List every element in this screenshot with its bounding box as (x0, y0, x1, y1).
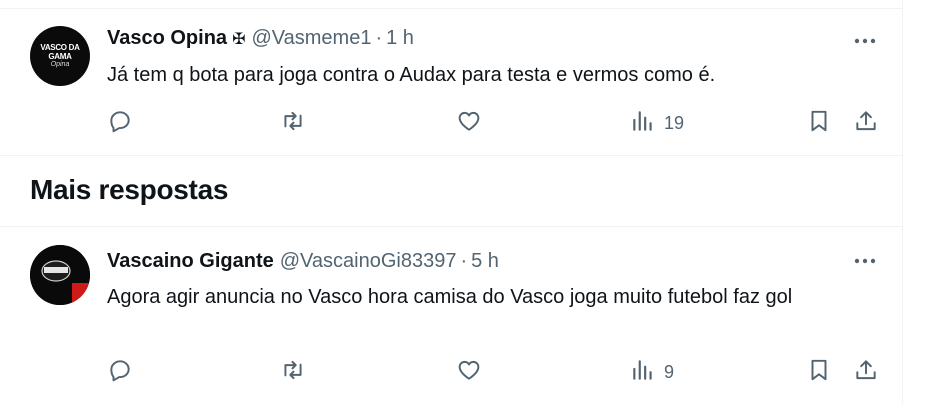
timeline: VASCO DA GAMA Opina Vasco Opina ✠ @Vasme… (0, 0, 903, 404)
reply-icon (107, 357, 133, 388)
views-icon (630, 108, 656, 139)
share-button[interactable] (853, 355, 879, 389)
bookmark-button[interactable] (806, 355, 832, 389)
like-button[interactable] (456, 355, 482, 389)
author-name[interactable]: Vascaino Gigante (107, 250, 274, 273)
more-options-icon[interactable] (850, 250, 880, 272)
tweet-text: Agora agir anuncia no Vasco hora camisa … (107, 286, 793, 308)
bookmark-icon (806, 357, 832, 388)
views-button[interactable]: 9 (630, 355, 674, 389)
bookmark-button[interactable] (806, 106, 832, 140)
tweet-header: Vasco Opina ✠ @Vasmeme1 · 1 h (107, 27, 414, 50)
avatar-logo-subtext: Opina (50, 61, 70, 68)
views-icon (630, 357, 656, 388)
section-title: Mais respostas (30, 174, 229, 205)
timestamp[interactable]: 5 h (471, 250, 499, 273)
separator: · (375, 27, 383, 49)
author-handle[interactable]: @VascainoGi83397 (280, 250, 457, 273)
reply-button[interactable] (107, 355, 133, 389)
tweet-divider (0, 155, 902, 156)
cross-badge-icon: ✠ (232, 30, 246, 48)
more-options-icon[interactable] (850, 30, 880, 52)
tweet-header: Vascaino Gigante @VascainoGi83397 · 5 h (107, 250, 499, 273)
tweet-text: Já tem q bota para joga contra o Audax p… (107, 64, 716, 86)
avatar[interactable]: VASCO DA GAMA Opina (30, 26, 90, 86)
reply-button[interactable] (107, 106, 133, 140)
retweet-icon (280, 108, 306, 139)
tweet-actions: 9 (0, 355, 902, 389)
tweet[interactable]: Vascaino Gigante @VascainoGi83397 · 5 h … (0, 227, 902, 404)
tweet[interactable]: VASCO DA GAMA Opina Vasco Opina ✠ @Vasme… (0, 9, 902, 155)
like-icon (456, 357, 482, 388)
bookmark-icon (806, 108, 832, 139)
views-button[interactable]: 19 (630, 106, 684, 140)
avatar-logo-text: VASCO DA GAMA (40, 43, 80, 61)
like-icon (456, 108, 482, 139)
avatar-image (30, 245, 90, 305)
reply-icon (107, 108, 133, 139)
avatar[interactable] (30, 245, 90, 305)
like-button[interactable] (456, 106, 482, 140)
author-name[interactable]: Vasco Opina (107, 27, 227, 50)
share-button[interactable] (853, 106, 879, 140)
views-count: 19 (664, 112, 685, 133)
retweet-button[interactable] (280, 355, 306, 389)
author-handle[interactable]: @Vasmeme1 (251, 27, 371, 50)
retweet-icon (280, 357, 306, 388)
separator: · (460, 250, 468, 272)
timestamp[interactable]: 1 h (386, 27, 414, 50)
tweet-actions: 19 (0, 106, 902, 140)
retweet-button[interactable] (280, 106, 306, 140)
share-icon (853, 108, 879, 139)
views-count: 9 (664, 361, 675, 382)
share-icon (853, 357, 879, 388)
